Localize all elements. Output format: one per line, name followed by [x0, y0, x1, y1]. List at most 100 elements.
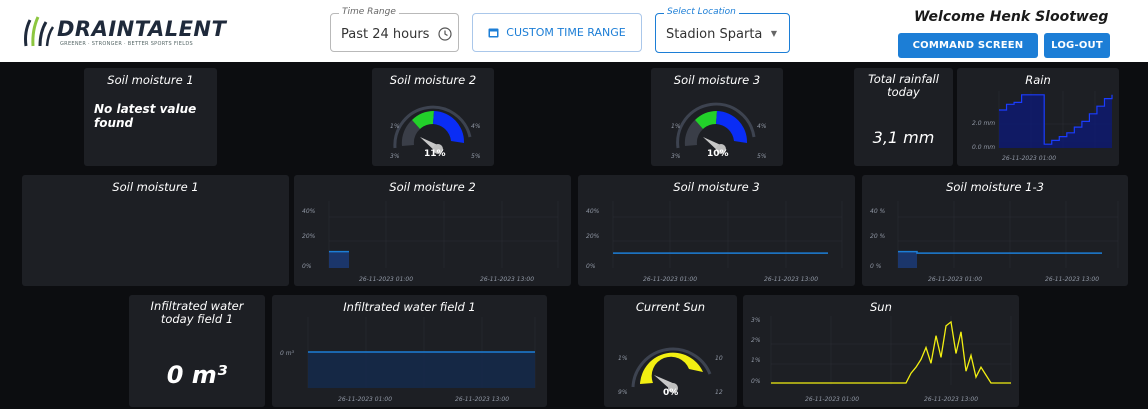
- welcome-text: Welcome Henk Slootweg: [914, 9, 1109, 25]
- logo-text: DRAINTALENT: [57, 17, 227, 41]
- no-value-message: No latest value found: [94, 102, 197, 130]
- infiltrated-water-chart-panel: Infiltrated water field 1 0 m³ 26-11-202…: [272, 295, 547, 407]
- gauge-tick: 4%: [757, 123, 767, 130]
- y-tick: 20%: [302, 233, 316, 240]
- gauge-tick: 5%: [471, 153, 481, 160]
- rainfall-value: 3,1 mm: [872, 128, 935, 147]
- logo-grass-icon: [24, 16, 55, 47]
- location-select[interactable]: Select Location Stadion Sparta ▼: [655, 7, 790, 53]
- x-tick: 26-11-2023 01:00: [338, 396, 392, 403]
- gauge-tick: 12: [715, 389, 723, 396]
- logo-tagline: GREENER · STRONGER · BETTER SPORTS FIELD…: [60, 41, 193, 47]
- bar: [329, 251, 349, 268]
- x-tick: 26-11-2023 01:00: [928, 276, 982, 283]
- soil-moisture-1-chart-panel: Soil moisture 1: [22, 175, 289, 286]
- y-tick: 40%: [586, 208, 600, 215]
- soil-moisture-2-gauge-panel: Soil moisture 2 1% 3% 4% 5% 11%: [372, 68, 494, 166]
- soil-moisture-2-chart: 40% 20% 0% 26-11-2023 01:00 26-11-2023 1…: [302, 201, 559, 283]
- y-tick: 2.0 mm: [972, 120, 995, 127]
- y-tick: 1%: [751, 357, 761, 364]
- gauge-tick: 1%: [390, 123, 400, 130]
- x-tick: 26-11-2023 13:00: [1045, 276, 1099, 283]
- y-tick: 0 m³: [280, 350, 295, 357]
- x-tick: 26-11-2023 01:00: [805, 396, 859, 403]
- x-tick: 26-11-2023 01:00: [1002, 155, 1056, 162]
- time-range-value: Past 24 hours: [341, 27, 430, 42]
- soil-moisture-1-3-chart-panel: Soil moisture 1-3 40 % 20 % 0 % 26-11-20…: [862, 175, 1128, 286]
- series-line: [898, 250, 1102, 254]
- panel-title: Soil moisture 1: [107, 73, 194, 87]
- panel-title: Infiltrated water today field 1: [150, 299, 244, 326]
- gauge-tick: 1%: [618, 355, 628, 362]
- chevron-down-icon: ▼: [770, 29, 777, 38]
- panel-title: Soil moisture 1: [112, 180, 199, 194]
- soil-moisture-3-chart-panel: Soil moisture 3 40% 20% 0% 26-11-2023 01…: [578, 175, 855, 286]
- panel-title: Rain: [1025, 73, 1051, 87]
- dashboard: { "header": { "logo_text": "DRAINTALENT"…: [0, 0, 1148, 409]
- gauge-tick: 10: [715, 355, 723, 362]
- y-tick: 0%: [751, 378, 761, 385]
- gauge-value: 10%: [707, 149, 729, 159]
- x-tick: 26-11-2023 13:00: [455, 396, 509, 403]
- rain-chart: 2.0 mm 0.0 mm 26-11-2023 01:00: [972, 91, 1113, 162]
- logo[interactable]: DRAINTALENT GREENER · STRONGER · BETTER …: [22, 14, 232, 52]
- x-tick: 26-11-2023 13:00: [924, 396, 978, 403]
- clock-icon: [438, 27, 452, 41]
- custom-time-range-button[interactable]: CUSTOM TIME RANGE: [472, 13, 642, 52]
- command-screen-button[interactable]: COMMAND SCREEN: [898, 33, 1038, 58]
- rain-chart-panel: Rain 2.0 mm 0.0 mm 26-11-2023 01:00: [957, 68, 1119, 166]
- area: [308, 352, 535, 388]
- gauge-tick: 9%: [618, 389, 628, 396]
- infiltrated-water-chart: 0 m³ 26-11-2023 01:00 26-11-2023 13:00: [280, 317, 536, 403]
- x-tick: 26-11-2023 13:00: [764, 276, 818, 283]
- y-tick: 20 %: [870, 233, 886, 240]
- gauge-tick: 1%: [671, 123, 681, 130]
- panel-title: Soil moisture 3: [673, 73, 761, 87]
- logout-button[interactable]: LOG-OUT: [1044, 33, 1110, 58]
- y-tick: 0%: [586, 263, 596, 270]
- soil-moisture-2-gauge: 1% 3% 4% 5% 11%: [390, 105, 481, 160]
- y-tick: 0 %: [870, 263, 882, 270]
- sun-chart: 3% 2% 1% 0% 26-11-2023 01:00 26-11-2023 …: [751, 316, 1012, 403]
- time-range-legend: Time Range: [339, 7, 399, 17]
- panel-title: Soil moisture 2: [389, 73, 477, 87]
- y-tick: 40%: [302, 208, 316, 215]
- top-bar: DRAINTALENT GREENER · STRONGER · BETTER …: [0, 0, 1148, 62]
- current-sun-gauge-panel: Current Sun 1% 9% 10 12 0%: [604, 295, 737, 407]
- infiltrated-value: 0 m³: [166, 361, 228, 389]
- current-sun-gauge: 1% 9% 10 12 0%: [618, 347, 723, 398]
- infiltrated-water-series: [308, 351, 535, 388]
- gauge-tick: 4%: [471, 123, 481, 130]
- y-tick: 3%: [751, 317, 761, 324]
- gauge-tick: 5%: [757, 153, 767, 160]
- x-tick: 26-11-2023 01:00: [359, 276, 413, 283]
- custom-time-range-label: CUSTOM TIME RANGE: [506, 26, 626, 39]
- y-tick: 20%: [586, 233, 600, 240]
- gauge-tick: 3%: [671, 153, 681, 160]
- x-tick: 26-11-2023 13:00: [480, 276, 534, 283]
- soil-moisture-1-3-series: [898, 250, 1102, 268]
- calendar-icon: [488, 28, 499, 38]
- gauge-value: 11%: [424, 149, 446, 159]
- soil-moisture-3-gauge: 1% 3% 4% 5% 10%: [671, 102, 767, 160]
- bar: [898, 251, 917, 268]
- soil-moisture-1-stat-panel: Soil moisture 1 No latest value found: [84, 68, 217, 166]
- soil-moisture-3-gauge-panel: Soil moisture 3 1% 3% 4% 5% 10%: [651, 68, 783, 166]
- gauge-tick: 3%: [390, 153, 400, 160]
- infiltrated-today-panel: Infiltrated water today field 1 0 m³: [129, 295, 265, 407]
- y-tick: 40 %: [870, 208, 886, 215]
- location-legend: Select Location: [664, 7, 739, 17]
- y-tick: 0.0 mm: [972, 144, 995, 151]
- gauge-value: 0%: [663, 388, 678, 398]
- y-tick: 2%: [751, 337, 761, 344]
- y-tick: 0%: [302, 263, 312, 270]
- soil-moisture-3-chart: 40% 20% 0% 26-11-2023 01:00 26-11-2023 1…: [586, 201, 843, 283]
- soil-moisture-2-series: [329, 250, 349, 268]
- time-range-select[interactable]: Time Range Past 24 hours: [330, 7, 459, 52]
- sun-chart-panel: Sun 3% 2% 1% 0% 26-11-2023 01:00 26-11-2…: [743, 295, 1019, 407]
- panel-title: Total rainfall today: [868, 72, 939, 99]
- soil-moisture-2-chart-panel: Soil moisture 2 40% 20% 0% 26-11-2023 01…: [294, 175, 571, 286]
- x-tick: 26-11-2023 01:00: [643, 276, 697, 283]
- total-rainfall-panel: Total rainfall today 3,1 mm: [854, 68, 953, 166]
- location-value: Stadion Sparta: [666, 27, 763, 42]
